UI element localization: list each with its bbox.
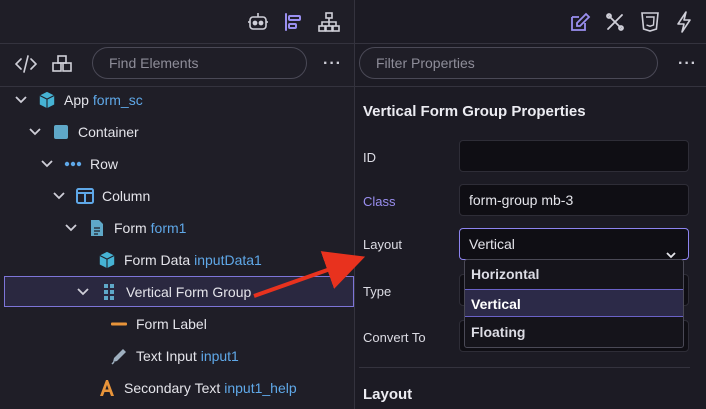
tree-label: Text Input — [136, 348, 197, 364]
tree-label: Vertical Form Group — [126, 284, 252, 300]
class-label: Class — [363, 194, 396, 209]
tree-item-container[interactable]: Container — [28, 116, 139, 148]
code-icon[interactable] — [14, 52, 38, 76]
option-vertical[interactable]: Vertical — [465, 289, 683, 317]
tree-item-row[interactable]: Row — [40, 148, 118, 180]
layout-label: Layout — [363, 237, 403, 252]
filter-properties-input[interactable]: Filter Properties — [359, 47, 658, 79]
layout-select[interactable]: Vertical — [459, 228, 689, 260]
chevron-down-icon[interactable] — [76, 285, 90, 299]
option-floating[interactable]: Floating — [465, 318, 683, 346]
text-icon — [98, 379, 116, 397]
cube-icon — [38, 91, 56, 109]
tree-label: Form Data — [124, 252, 191, 268]
grip-icon — [100, 283, 118, 301]
tree-id: input1 — [200, 348, 239, 364]
tree-item-form[interactable]: Form form1 — [64, 212, 186, 244]
right-more-button[interactable]: ··· — [678, 55, 697, 73]
layout-section-title: Layout — [363, 386, 413, 403]
tree-label: Form Label — [136, 316, 207, 332]
tree-item-form-data[interactable]: Form Data inputData1 — [98, 244, 262, 276]
tree-id: form_sc — [92, 92, 143, 108]
id-label: ID — [363, 150, 376, 165]
dots-icon — [64, 155, 82, 173]
components-icon[interactable] — [50, 52, 74, 76]
tree-label: Column — [102, 188, 151, 204]
tree-label: Container — [78, 124, 139, 140]
type-label: Type — [363, 284, 392, 299]
bolt-icon[interactable] — [672, 10, 696, 34]
properties-title: Vertical Form Group Properties — [363, 103, 586, 120]
class-field[interactable]: form-group mb-3 — [459, 184, 689, 216]
toolbar-divider — [0, 43, 706, 44]
tools-icon[interactable] — [603, 10, 627, 34]
edit-icon[interactable] — [568, 10, 592, 34]
square-icon — [52, 123, 70, 141]
tree-label: App — [64, 92, 89, 108]
chevron-down-icon[interactable] — [40, 157, 54, 171]
tree-item-vertical-form-group[interactable]: Vertical Form Group — [76, 276, 251, 308]
tree-id: inputData1 — [194, 252, 262, 268]
left-more-button[interactable]: ··· — [323, 55, 342, 73]
tree-label: Secondary Text — [124, 380, 221, 396]
chevron-down-icon[interactable] — [28, 125, 42, 139]
chevron-down-icon[interactable] — [52, 189, 66, 203]
tree-item-form-label[interactable]: Form Label — [110, 308, 207, 340]
convert-to-label: Convert To — [363, 330, 426, 345]
section-divider — [359, 367, 690, 368]
cube-icon — [98, 251, 116, 269]
file-icon — [88, 219, 106, 237]
tree-item-column[interactable]: Column — [52, 180, 150, 212]
columns-icon — [76, 187, 94, 205]
chevron-down-icon[interactable] — [64, 221, 78, 235]
tree-item-app[interactable]: App form_sc — [14, 84, 143, 116]
panel-divider[interactable] — [354, 0, 355, 409]
align-left-icon[interactable] — [281, 10, 305, 34]
tree-item-text-input[interactable]: Text Input input1 — [110, 340, 239, 372]
css3-icon[interactable] — [638, 10, 662, 34]
dash-icon — [110, 315, 128, 333]
sitemap-icon[interactable] — [317, 10, 341, 34]
tree-label: Row — [90, 156, 119, 172]
layout-select-value: Vertical — [469, 236, 515, 252]
robot-icon[interactable] — [246, 10, 270, 34]
pencil-icon — [110, 347, 128, 365]
tree-item-secondary-text[interactable]: Secondary Text input1_help — [98, 372, 297, 404]
option-horizontal[interactable]: Horizontal — [465, 260, 683, 288]
find-elements-input[interactable]: Find Elements — [92, 47, 307, 79]
id-field[interactable] — [459, 140, 689, 172]
tree-id: input1_help — [224, 380, 297, 396]
layout-dropdown[interactable]: Horizontal Vertical Floating — [464, 259, 684, 348]
chevron-down-icon[interactable] — [14, 93, 28, 107]
tree-label: Form — [114, 220, 147, 236]
tree-id: form1 — [150, 220, 187, 236]
